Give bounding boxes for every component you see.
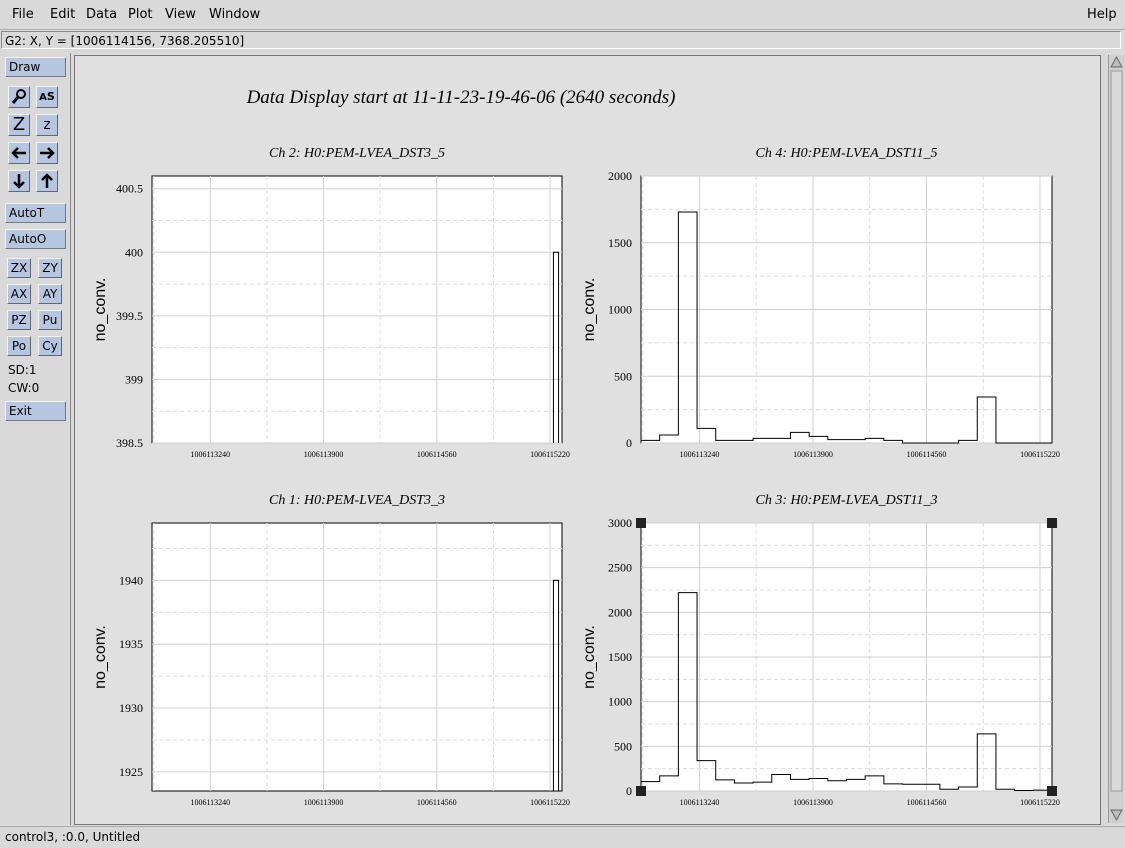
down-arrow-icon[interactable] (8, 170, 30, 192)
menu-file[interactable]: File (12, 7, 34, 22)
zoom-z-icon[interactable]: Z (8, 114, 30, 136)
menu-edit[interactable]: Edit (50, 7, 75, 22)
menubar: File Edit Data Plot View Window Help (0, 0, 1125, 30)
coordinate-readout: G2: X, Y = [1006114156, 7368.205510] (1, 31, 1121, 49)
up-arrow-icon[interactable] (36, 170, 58, 192)
zx-button[interactable]: ZX (7, 258, 31, 278)
menu-plot[interactable]: Plot (128, 7, 153, 22)
menu-help[interactable]: Help (1087, 7, 1117, 22)
status-bar: control3, :0.0, Untitled (0, 826, 1125, 848)
auto-t-button[interactable]: AutoT (5, 203, 66, 223)
pz-button[interactable]: PZ (7, 310, 31, 330)
left-arrow-icon[interactable] (8, 142, 30, 164)
cy-button[interactable]: Cy (38, 336, 62, 356)
magnify-icon[interactable] (8, 86, 30, 108)
auto-o-button[interactable]: AutoO (5, 229, 66, 249)
toolbar: Draw AS Z z AutoT AutoO ZX ZY AX AY PZ P… (0, 53, 71, 825)
pu-button[interactable]: Pu (38, 310, 62, 330)
zy-button[interactable]: ZY (38, 258, 62, 278)
right-arrow-icon[interactable] (36, 142, 58, 164)
sd-label: SD:1 (8, 363, 37, 377)
menu-data[interactable]: Data (86, 7, 117, 22)
menu-view[interactable]: View (165, 7, 196, 22)
menu-window[interactable]: Window (209, 7, 260, 22)
ax-button[interactable]: AX (7, 284, 31, 304)
draw-button[interactable]: Draw (5, 57, 66, 77)
vertical-scrollbar[interactable] (1108, 55, 1124, 823)
ay-button[interactable]: AY (38, 284, 62, 304)
zoom-z-small-icon[interactable]: z (36, 114, 58, 136)
cw-label: CW:0 (8, 381, 40, 395)
po-button[interactable]: Po (7, 336, 31, 356)
exit-button[interactable]: Exit (5, 401, 66, 421)
label-icon[interactable]: AS (36, 86, 58, 108)
plot-canvas[interactable] (74, 55, 1101, 825)
